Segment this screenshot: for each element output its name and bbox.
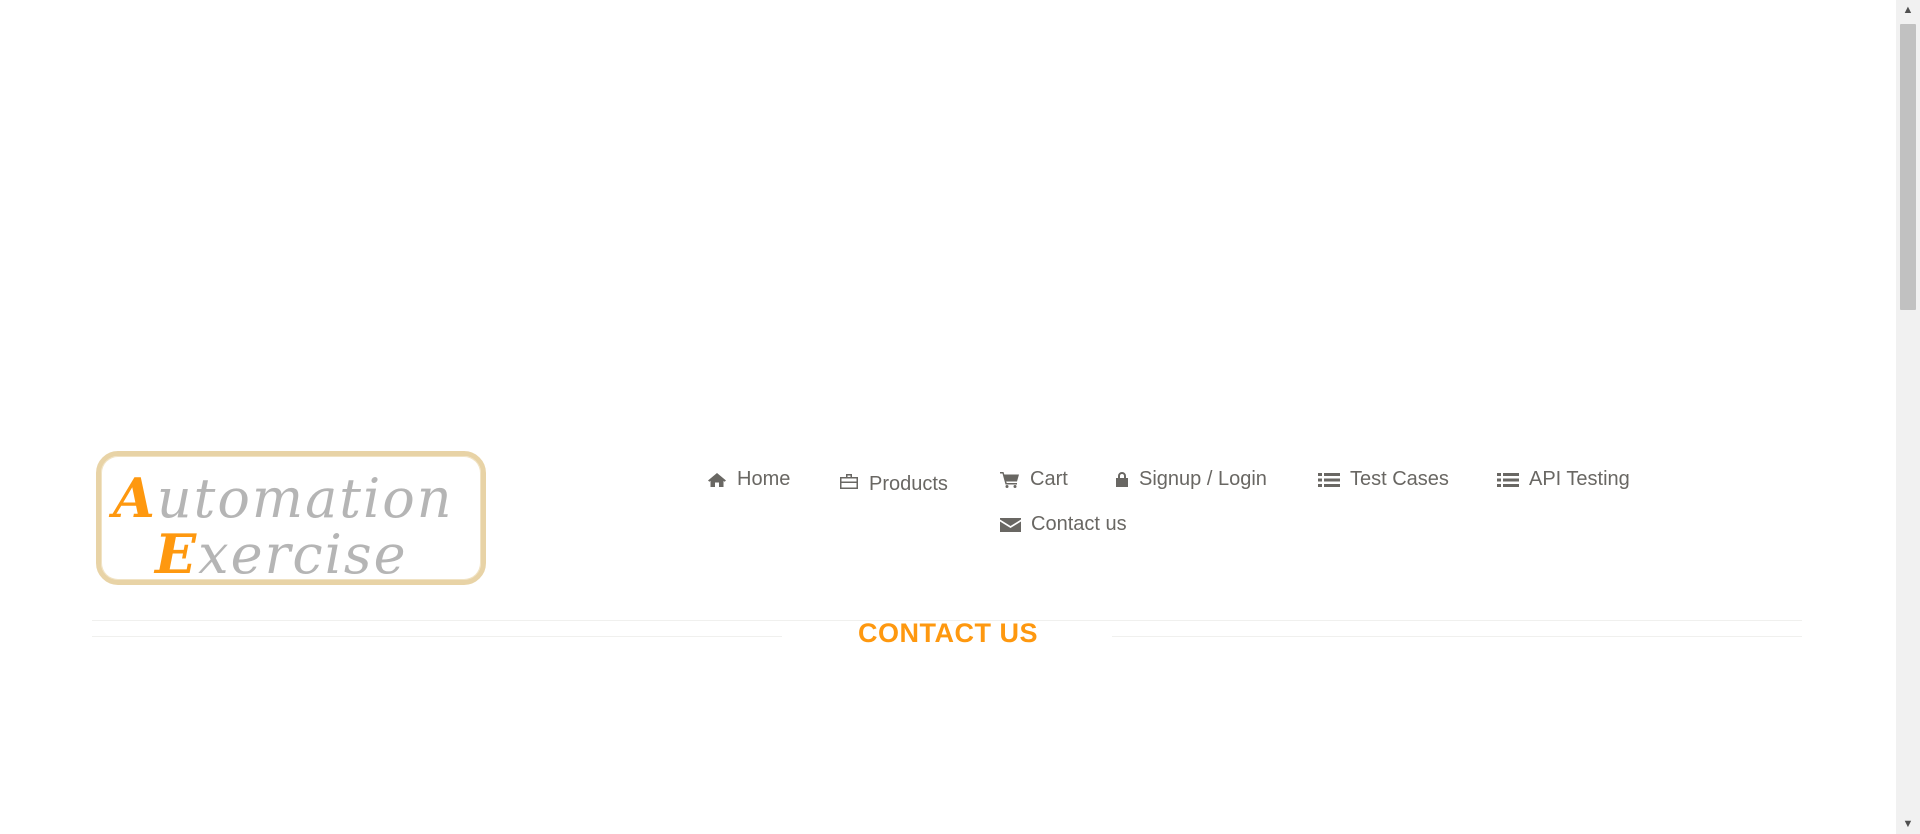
cart-icon	[1000, 472, 1019, 488]
logo-letter-e: E	[155, 522, 199, 586]
briefcase-icon	[840, 473, 858, 489]
nav-test-cases[interactable]: Test Cases	[1318, 468, 1449, 491]
nav-signup-login[interactable]: Signup / Login	[1115, 468, 1267, 491]
nav-products[interactable]: Products	[839, 467, 948, 496]
logo-text-exercise: xercise	[198, 523, 408, 586]
nav-contact-us[interactable]: Contact us	[1000, 513, 1127, 536]
logo-letter-a: A	[113, 466, 157, 530]
nav-home[interactable]: Home	[707, 468, 790, 491]
nav-home-label: Home	[737, 468, 791, 490]
envelope-icon	[1000, 517, 1021, 532]
page-title: CONTACT US	[858, 618, 1038, 648]
nav-test-cases-label: Test Cases	[1350, 468, 1449, 490]
page: Automation Exercise Home Products Cart S…	[0, 0, 1896, 834]
site-logo[interactable]: Automation Exercise	[96, 451, 486, 586]
scroll-up-arrow-icon[interactable]: ▲	[1896, 0, 1920, 20]
nav-cart-label: Cart	[1030, 468, 1068, 490]
lock-icon	[1116, 472, 1128, 487]
home-icon	[708, 472, 726, 487]
nav-cart[interactable]: Cart	[1000, 468, 1068, 491]
list-icon	[1497, 472, 1519, 487]
list-icon	[1318, 472, 1340, 487]
nav-products-label: Products	[869, 473, 948, 495]
scroll-down-arrow-icon[interactable]: ▼	[1896, 814, 1920, 834]
logo-text-automation: utomation	[156, 467, 454, 530]
scrollbar-thumb[interactable]	[1900, 24, 1916, 310]
nav-api-testing[interactable]: API Testing	[1497, 468, 1630, 491]
nav-signup-login-label: Signup / Login	[1139, 468, 1267, 490]
vertical-scrollbar[interactable]: ▲ ▼	[1896, 0, 1920, 834]
nav-contact-us-label: Contact us	[1031, 513, 1127, 535]
nav-api-testing-label: API Testing	[1529, 468, 1630, 490]
